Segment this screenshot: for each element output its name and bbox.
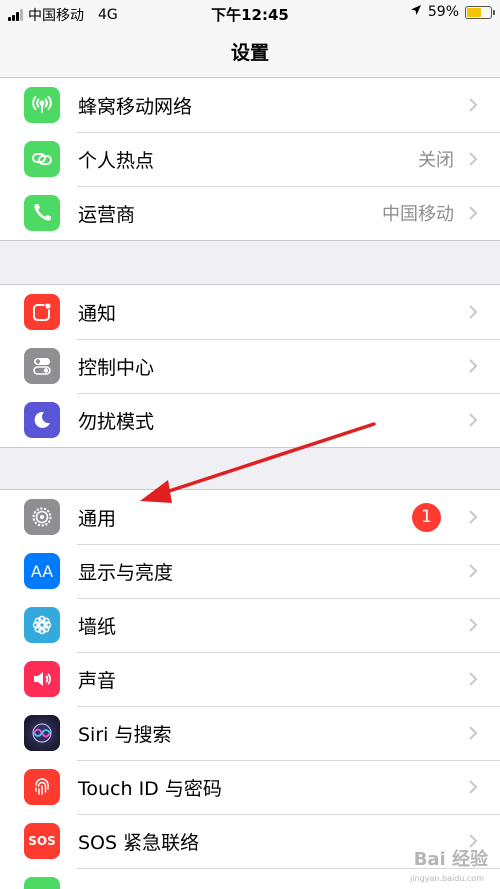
settings-row-general[interactable]: 通用 1 bbox=[0, 490, 500, 544]
speaker-icon bbox=[24, 661, 60, 697]
row-label: 蜂窝移动网络 bbox=[78, 95, 193, 118]
page-title: 设置 bbox=[230, 42, 269, 64]
row-value: 中国移动 bbox=[382, 204, 454, 225]
row-label: 显示与亮度 bbox=[78, 561, 174, 584]
flower-icon bbox=[24, 607, 60, 643]
notification-badge: 1 bbox=[412, 502, 441, 532]
battery-percent: 59% bbox=[427, 4, 459, 20]
chevron-right-icon bbox=[469, 359, 478, 373]
status-right: 59% bbox=[410, 4, 495, 20]
chevron-right-icon bbox=[469, 726, 478, 740]
settings-row-touch-id[interactable]: Touch ID 与密码 bbox=[0, 760, 500, 814]
row-label: 通知 bbox=[78, 302, 117, 325]
chevron-right-icon bbox=[469, 510, 478, 524]
row-value: 关闭 bbox=[418, 150, 454, 171]
settings-row-display[interactable]: AA 显示与亮度 bbox=[0, 544, 500, 598]
row-label: Siri 与搜索 bbox=[78, 723, 172, 746]
watermark-url: jingyan.baidu.com bbox=[410, 874, 484, 883]
gear-icon bbox=[24, 499, 60, 535]
chevron-right-icon bbox=[469, 780, 478, 794]
row-label: 个人热点 bbox=[78, 149, 155, 172]
chevron-right-icon bbox=[469, 206, 478, 220]
chevron-right-icon bbox=[469, 618, 478, 632]
phone-icon bbox=[24, 195, 60, 231]
text-size-icon: AA bbox=[24, 553, 60, 589]
chevron-right-icon bbox=[469, 152, 478, 166]
siri-icon bbox=[24, 715, 60, 751]
moon-icon bbox=[24, 402, 60, 438]
row-label: SOS 紧急联络 bbox=[78, 831, 200, 854]
sos-glyph: SOS bbox=[28, 834, 56, 848]
antenna-icon bbox=[24, 87, 60, 123]
battery-icon bbox=[465, 5, 495, 19]
row-label: 控制中心 bbox=[78, 356, 155, 379]
settings-row-hotspot[interactable]: 个人热点 关闭 bbox=[0, 132, 500, 186]
fingerprint-icon bbox=[24, 769, 60, 805]
general-group: 通用 1 AA 显示与亮度 墙纸 声音 Siri 与搜索 Touch ID 与密… bbox=[0, 489, 500, 889]
settings-row-cellular[interactable]: 蜂窝移动网络 bbox=[0, 78, 500, 132]
system-group: 通知 控制中心 勿扰模式 bbox=[0, 284, 500, 448]
connectivity-group: 蜂窝移动网络 个人热点 关闭 运营商 中国移动 bbox=[0, 78, 500, 241]
watermark: Bai 经验 bbox=[413, 849, 488, 870]
settings-row-wallpaper[interactable]: 墙纸 bbox=[0, 598, 500, 652]
settings-row-control-center[interactable]: 控制中心 bbox=[0, 339, 500, 393]
chevron-right-icon bbox=[469, 98, 478, 112]
nav-bar: 设置 bbox=[0, 26, 500, 78]
chevron-right-icon bbox=[469, 305, 478, 319]
row-label: 声音 bbox=[78, 669, 117, 692]
location-icon bbox=[410, 4, 422, 20]
notifications-icon bbox=[24, 294, 60, 330]
settings-row-carrier[interactable]: 运营商 中国移动 bbox=[0, 186, 500, 240]
hotspot-icon bbox=[24, 141, 60, 177]
chevron-right-icon bbox=[469, 413, 478, 427]
row-label: Touch ID 与密码 bbox=[78, 777, 222, 800]
row-label: 勿扰模式 bbox=[78, 410, 155, 433]
battery-setting-icon bbox=[24, 877, 60, 889]
sos-icon: SOS bbox=[24, 823, 60, 859]
settings-row-do-not-disturb[interactable]: 勿扰模式 bbox=[0, 393, 500, 447]
row-label: 墙纸 bbox=[78, 615, 117, 638]
row-label: 通用 bbox=[78, 507, 117, 530]
settings-row-sounds[interactable]: 声音 bbox=[0, 652, 500, 706]
status-bar: 中国移动 4G 下午12:45 59% bbox=[0, 0, 500, 26]
chevron-right-icon bbox=[469, 564, 478, 578]
settings-row-notifications[interactable]: 通知 bbox=[0, 285, 500, 339]
settings-row-siri[interactable]: Siri 与搜索 bbox=[0, 706, 500, 760]
row-label: 运营商 bbox=[78, 203, 136, 226]
chevron-right-icon bbox=[469, 672, 478, 686]
toggles-icon bbox=[24, 348, 60, 384]
text-size-glyph: AA bbox=[30, 561, 54, 581]
